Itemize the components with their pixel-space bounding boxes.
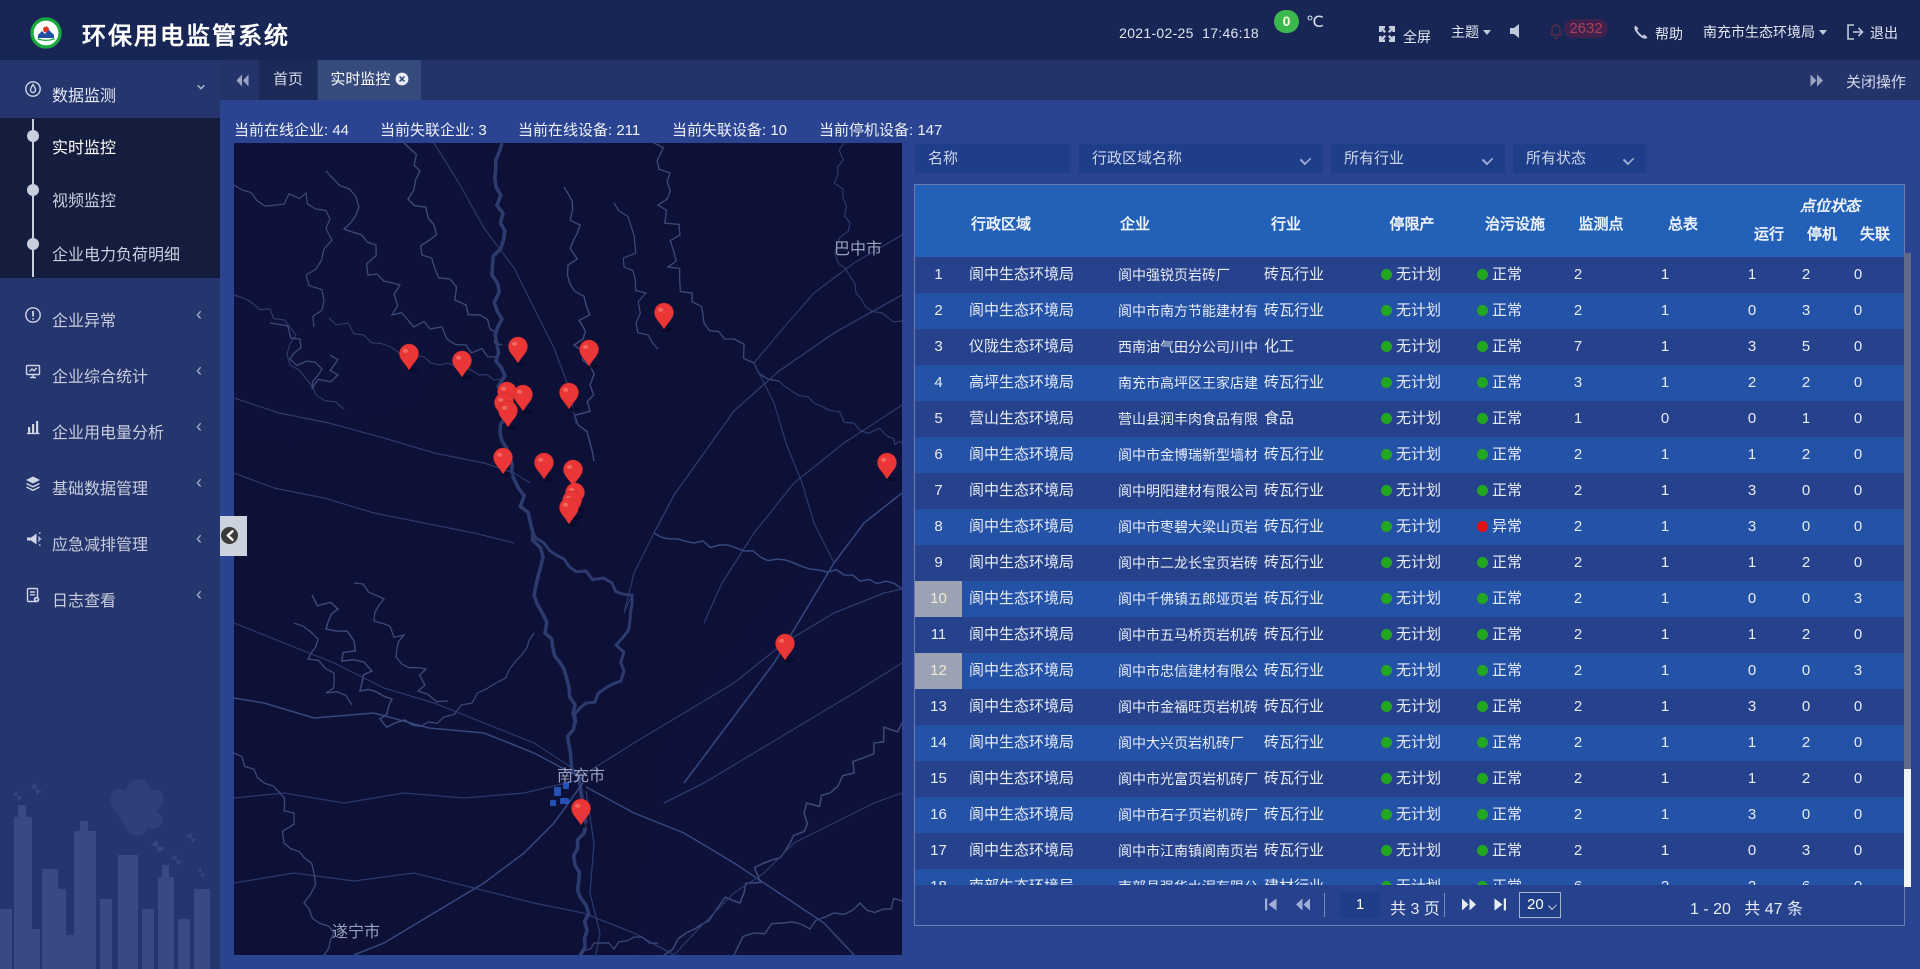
svg-text:遂宁市: 遂宁市 — [332, 923, 380, 941]
svg-text:南充市: 南充市 — [557, 767, 605, 785]
svg-text:巴中市: 巴中市 — [834, 240, 882, 258]
